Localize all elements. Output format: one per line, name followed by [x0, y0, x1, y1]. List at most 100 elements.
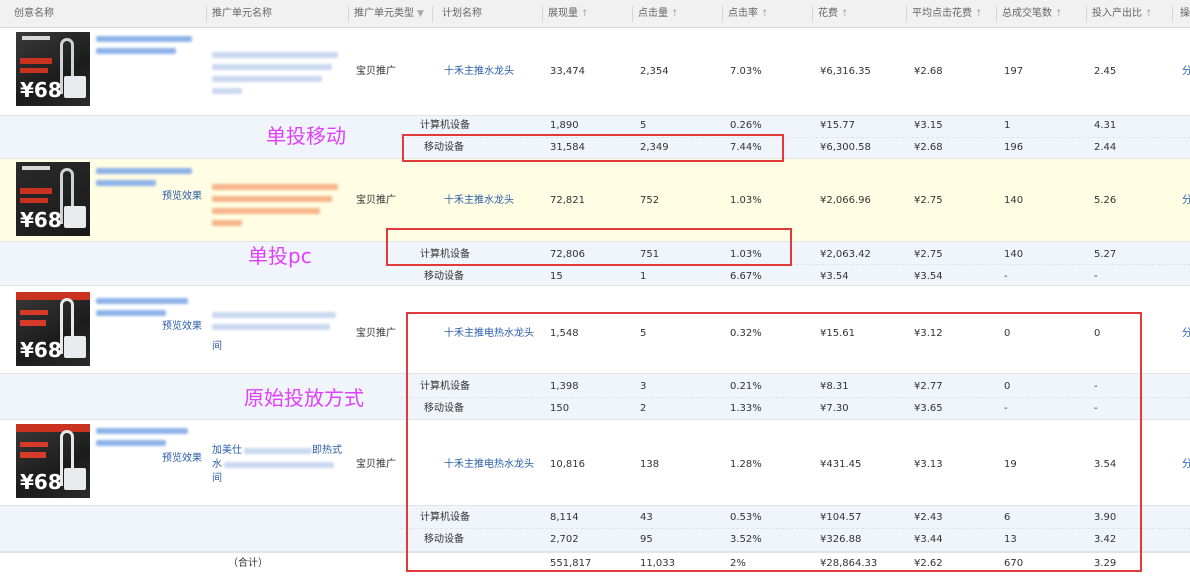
unit-type: 宝贝推广 — [356, 459, 396, 470]
col-clicks[interactable]: 点击量 ↑ — [638, 0, 679, 28]
col-impressions-label: 展现量 — [548, 8, 578, 19]
col-unit-type[interactable]: 推广单元类型 ▼ — [354, 0, 424, 28]
col-total-deals[interactable]: 总成交笔数 ↑ — [1002, 0, 1063, 28]
promo-tag — [20, 68, 48, 73]
blurred-unit-name — [212, 208, 320, 214]
col-edge: 操 — [1180, 8, 1190, 19]
brand-logo — [22, 166, 50, 170]
col-divider — [632, 6, 633, 22]
ctr: 0.26% — [730, 120, 762, 131]
thumb-price: ¥68 — [20, 338, 62, 362]
col-cost[interactable]: 花费 ↑ — [818, 0, 849, 28]
impressions: 1,890 — [550, 120, 579, 131]
blurred-unit-name — [212, 220, 242, 226]
col-avg-cpc[interactable]: 平均点击花费 ↑ — [912, 0, 983, 28]
clicks: 2,354 — [640, 66, 669, 77]
cost: ¥6,316.35 — [820, 66, 871, 77]
sort-arrow-icon[interactable]: ↑ — [841, 0, 849, 28]
promo-tag — [20, 198, 48, 203]
blurred-unit-name — [244, 448, 312, 454]
col-ctr-label: 点击率 — [728, 8, 758, 19]
ctr: 6.67% — [730, 271, 762, 282]
col-unit-name: 推广单元名称 — [212, 8, 272, 19]
row-action-link[interactable]: 分 — [1182, 327, 1190, 341]
creative-thumbnail[interactable]: ¥68 — [16, 162, 90, 236]
creative-thumbnail[interactable]: ¥68 — [16, 424, 90, 498]
sort-arrow-icon[interactable]: ↑ — [1145, 0, 1153, 28]
plan-link[interactable]: 十禾主推水龙头 — [444, 65, 514, 79]
avg-cpc: ¥2.75 — [914, 195, 943, 206]
cost: ¥3.54 — [820, 271, 849, 282]
row-action-link[interactable]: 分 — [1182, 194, 1190, 208]
preview-link[interactable]: 预览效果 — [162, 190, 202, 204]
promo-tag — [20, 188, 52, 194]
blurred-creative-title — [96, 298, 188, 304]
col-divider — [906, 6, 907, 22]
preview-link[interactable]: 预览效果 — [162, 452, 202, 466]
deals: 197 — [1004, 66, 1024, 77]
col-cost-label: 花费 — [818, 8, 838, 19]
original-highlight-box — [406, 312, 1142, 572]
promo-tag — [20, 452, 46, 458]
clicks: 5 — [640, 120, 647, 131]
unit-name-line[interactable]: 即热式 — [312, 444, 342, 458]
heater-image — [64, 76, 86, 98]
roi: 4.31 — [1094, 120, 1117, 131]
creative-thumbnail[interactable]: ¥68 — [16, 292, 90, 366]
blurred-creative-title — [96, 440, 166, 446]
unit-name-line[interactable]: 水 — [212, 458, 222, 472]
creative-thumbnail[interactable]: ¥68 — [16, 32, 90, 106]
col-divider — [348, 6, 349, 22]
avg-cpc: ¥2.68 — [914, 142, 943, 153]
heater-image — [64, 206, 86, 228]
device-label: 移动设备 — [424, 271, 464, 282]
row-action-link[interactable]: 分 — [1182, 65, 1190, 79]
sort-arrow-icon[interactable]: ↑ — [671, 0, 679, 28]
col-divider — [1086, 6, 1087, 22]
col-divider — [432, 6, 433, 22]
sort-arrow-icon[interactable]: ↑ — [1055, 0, 1063, 28]
impressions: 72,821 — [550, 195, 585, 206]
plan-link[interactable]: 十禾主推水龙头 — [444, 194, 514, 208]
col-impressions[interactable]: 展现量 ↑ — [548, 0, 589, 28]
ctr: 1.03% — [730, 195, 762, 206]
roi: 2.45 — [1094, 66, 1117, 77]
blurred-unit-name — [212, 76, 322, 82]
blurred-creative-title — [96, 48, 176, 54]
col-unit-type-label: 推广单元类型 — [354, 8, 414, 19]
promo-tag — [20, 310, 48, 315]
avg-cpc: ¥2.68 — [914, 66, 943, 77]
row-action-link[interactable]: 分 — [1182, 458, 1190, 472]
sort-arrow-icon[interactable]: ↑ — [581, 0, 589, 28]
col-roi[interactable]: 投入产出比 ↑ — [1092, 0, 1153, 28]
sort-arrow-icon[interactable]: ↑ — [761, 0, 769, 28]
impressions: 33,474 — [550, 66, 585, 77]
sort-arrow-icon[interactable]: ↑ — [975, 0, 983, 28]
avg-cpc: ¥3.15 — [914, 120, 943, 131]
filter-down-icon[interactable]: ▼ — [417, 0, 424, 28]
promo-tag — [20, 442, 48, 447]
blurred-unit-name — [212, 64, 332, 70]
blurred-unit-name — [212, 324, 330, 330]
roi: 5.26 — [1094, 195, 1117, 206]
col-ctr[interactable]: 点击率 ↑ — [728, 0, 769, 28]
cost: ¥2,066.96 — [820, 195, 871, 206]
table-header: 创意名称 推广单元名称 推广单元类型 ▼ 计划名称 展现量 ↑ 点击量 ↑ 点击率 ↑ … — [0, 0, 1190, 28]
heater-image — [64, 336, 86, 358]
deals: 196 — [1004, 142, 1024, 153]
unit-name-line[interactable]: 加美仕 — [212, 444, 242, 458]
thumb-price: ¥68 — [20, 470, 62, 494]
promo-banner — [16, 292, 90, 300]
device-label: 计算机设备 — [420, 120, 470, 131]
col-divider — [722, 6, 723, 22]
col-divider — [542, 6, 543, 22]
blurred-unit-name — [212, 184, 338, 190]
col-divider — [812, 6, 813, 22]
cost: ¥2,063.42 — [820, 249, 871, 260]
cost: ¥15.77 — [820, 120, 855, 131]
unit-name-line[interactable]: 间 — [212, 472, 222, 486]
preview-link[interactable]: 预览效果 — [162, 320, 202, 334]
total-label: （合计） — [228, 558, 268, 569]
unit-name-tail[interactable]: 间 — [212, 340, 222, 354]
deals: 140 — [1004, 195, 1024, 206]
